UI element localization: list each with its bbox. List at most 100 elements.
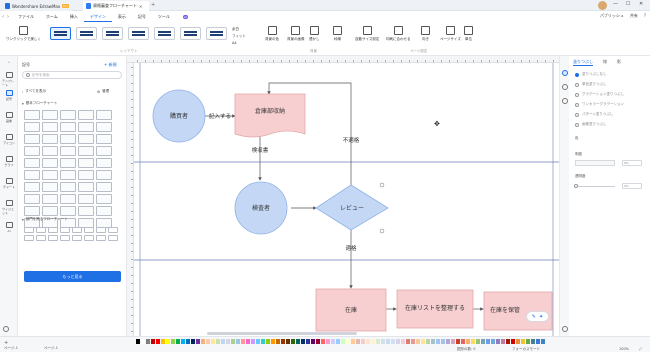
palette-swatch[interactable] <box>436 339 440 344</box>
shape-tile[interactable] <box>78 182 94 192</box>
new-library-button[interactable]: + 新規 <box>104 62 117 68</box>
palette-swatch[interactable] <box>491 339 495 344</box>
bg-image-button[interactable]: 背景の画像 <box>287 26 305 42</box>
transparency-slider[interactable] <box>574 184 615 188</box>
menu-home[interactable]: ホーム <box>40 13 64 22</box>
shape-tile[interactable] <box>60 158 76 168</box>
palette-swatch[interactable] <box>426 339 430 344</box>
node-checker[interactable]: 検査者 <box>234 181 288 235</box>
shape-tile[interactable] <box>78 146 94 156</box>
palette-swatch[interactable] <box>341 339 345 344</box>
palette-swatch[interactable] <box>466 339 470 344</box>
node-stock[interactable]: 在庫 <box>315 288 387 332</box>
palette-swatch[interactable] <box>446 339 450 344</box>
shape-tile[interactable] <box>108 235 118 241</box>
palette-swatch[interactable] <box>221 339 225 344</box>
palette-swatch[interactable] <box>396 339 400 344</box>
shape-tile[interactable] <box>60 206 76 216</box>
fill-option-image[interactable]: 画像塗りつぶし <box>575 122 607 127</box>
palette-swatch[interactable] <box>176 339 180 344</box>
palette-swatch[interactable] <box>381 339 385 344</box>
shape-tile[interactable] <box>42 170 58 180</box>
settings-gear-icon[interactable] <box>3 326 9 332</box>
palette-swatch[interactable] <box>331 339 335 344</box>
canvas-float-toolbar[interactable]: ✎ ✦ <box>526 311 549 322</box>
palette-swatch[interactable] <box>536 339 540 344</box>
shape-tile[interactable] <box>60 182 76 192</box>
palette-swatch[interactable] <box>226 339 230 344</box>
palette-swatch[interactable] <box>161 339 165 344</box>
palette-swatch[interactable] <box>156 339 160 344</box>
rail-item-ai[interactable]: AI <box>2 222 16 233</box>
rail-item-widgets[interactable]: ウィジェット <box>2 200 16 215</box>
zoom-level[interactable]: 100% <box>619 347 629 351</box>
shape-tile[interactable] <box>96 134 112 144</box>
shape-tile[interactable] <box>108 227 118 233</box>
fill-option-solid[interactable]: 単色塗りつぶし <box>575 82 607 87</box>
palette-swatch[interactable] <box>306 339 310 344</box>
shape-tile[interactable] <box>78 170 94 180</box>
shape-tile[interactable] <box>78 134 94 144</box>
shape-tile[interactable] <box>96 235 106 241</box>
new-tab-button[interactable]: + <box>151 2 155 8</box>
palette-swatch[interactable] <box>461 339 465 344</box>
shape-tile[interactable] <box>84 227 94 233</box>
forward-arrow-icon[interactable]: › <box>7 14 9 20</box>
shape-tile[interactable] <box>78 122 94 132</box>
back-arrow-icon[interactable]: ‹ <box>2 14 4 20</box>
fit-to-print-button[interactable]: 印刷に合わせる <box>386 26 411 42</box>
node-review[interactable]: レビュー <box>315 184 389 231</box>
shape-tile[interactable] <box>96 170 112 180</box>
shape-tile[interactable] <box>24 182 40 192</box>
more-symbols-button[interactable]: もっと見る <box>24 271 121 282</box>
menu-design[interactable]: デザイン <box>83 13 112 22</box>
orientation-button[interactable]: 向き <box>421 26 430 42</box>
slider-knob[interactable] <box>574 184 578 188</box>
palette-swatch[interactable] <box>441 339 445 344</box>
shape-tile[interactable] <box>96 194 112 204</box>
rail-item-symbols[interactable]: 記号 <box>2 90 16 101</box>
transparency-value[interactable]: 0% <box>622 183 642 189</box>
palette-swatch[interactable] <box>251 339 255 344</box>
shape-tile[interactable] <box>72 227 82 233</box>
rail-collapse[interactable]: « <box>2 60 16 64</box>
shape-tile[interactable] <box>42 158 58 168</box>
palette-swatch[interactable] <box>136 339 140 344</box>
shape-tile[interactable] <box>48 235 58 241</box>
palette-swatch[interactable] <box>361 339 365 344</box>
publish-button[interactable]: パブリッシュ <box>600 13 624 19</box>
palette-swatch[interactable] <box>301 339 305 344</box>
menu-file[interactable]: ファイル <box>12 13 40 22</box>
page-selector[interactable]: ページ-1 <box>4 346 18 351</box>
shape-tile[interactable] <box>42 206 58 216</box>
fill-option-mono-gradient[interactable]: ワンカラーグラデーション <box>575 102 624 107</box>
cross-functional-section[interactable]: ▾ 部門を跨るフローチャート <box>22 217 68 222</box>
palette-swatch[interactable] <box>376 339 380 344</box>
shape-tile[interactable] <box>72 235 82 241</box>
shape-tile[interactable] <box>24 170 40 180</box>
rail-item-images[interactable]: 画像 <box>2 112 16 123</box>
layout-style-6[interactable] <box>180 27 201 40</box>
shape-tile[interactable] <box>60 235 70 241</box>
fill-option-pattern[interactable]: パターン塗りつぶし <box>575 112 613 117</box>
palette-swatch[interactable] <box>356 339 360 344</box>
layout-style-2[interactable] <box>76 27 97 40</box>
one-click-beautify-button[interactable]: ワンクリックで美しく <box>6 26 41 42</box>
palette-swatch[interactable] <box>316 339 320 344</box>
palette-swatch[interactable] <box>311 339 315 344</box>
margin-option[interactable]: 余白 <box>232 27 239 32</box>
palette-swatch[interactable] <box>171 339 175 344</box>
palette-swatch[interactable] <box>406 339 410 344</box>
palette-swatch[interactable] <box>266 339 270 344</box>
shape-tile[interactable] <box>42 194 58 204</box>
share-button[interactable]: 共有 <box>630 13 638 19</box>
palette-swatch[interactable] <box>256 339 260 344</box>
shape-tile[interactable] <box>24 206 40 216</box>
app-tab[interactable]: Wondershare EdrawMax Pro <box>2 1 72 11</box>
palette-swatch[interactable] <box>196 339 200 344</box>
shape-tile[interactable] <box>24 235 34 241</box>
palette-swatch[interactable] <box>386 339 390 344</box>
shape-tile[interactable] <box>96 110 112 120</box>
fill-option-none[interactable]: 塗りつぶしなし <box>575 72 607 77</box>
palette-swatch[interactable] <box>276 339 280 344</box>
